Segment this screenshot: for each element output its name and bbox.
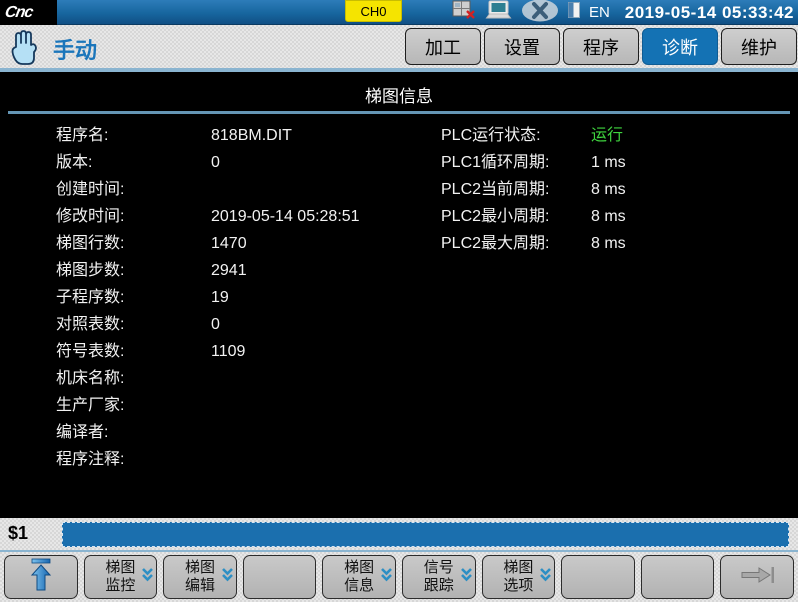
softkey-empty[interactable] xyxy=(243,555,317,599)
softkey-empty[interactable] xyxy=(561,555,635,599)
softkey-next-page[interactable] xyxy=(720,555,794,599)
page-title: 梯图信息 xyxy=(4,82,794,107)
command-row: $1 xyxy=(0,518,798,552)
info-row: 子程序数:19 xyxy=(56,284,360,311)
machine-panel-offline-icon xyxy=(452,0,476,25)
info-row: 创建时间: xyxy=(56,176,360,203)
info-row: PLC1循环周期:1 ms xyxy=(441,149,626,176)
tab-diagnosis[interactable]: 诊断 xyxy=(642,28,718,65)
chevron-down-icon xyxy=(460,567,473,587)
plc-status-column: PLC运行状态:运行 PLC1循环周期:1 ms PLC2当前周期:8 ms P… xyxy=(441,122,626,257)
info-row: 梯图行数:1470 xyxy=(56,230,360,257)
main-tabs: 加工 设置 程序 诊断 维护 xyxy=(405,28,797,65)
brand-logo: Cnc xyxy=(0,0,57,25)
softkey-ladder-edit[interactable]: 梯图 编辑 xyxy=(163,555,237,599)
up-arrow-icon xyxy=(27,557,55,598)
info-row: 符号表数:1109 xyxy=(56,338,360,365)
ladder-info-panel: 梯图信息 程序名:818BM.DIT 版本:0 创建时间: 修改时间:2019-… xyxy=(4,72,794,518)
disconnect-icon xyxy=(521,0,559,27)
info-row: 梯图步数:2941 xyxy=(56,257,360,284)
language-indicator: EN xyxy=(589,4,610,21)
info-row: 机床名称: xyxy=(56,365,360,392)
softkey-bar: 梯图 监控 梯图 编辑 梯图 信息 xyxy=(0,552,798,602)
softkey-signal-trace[interactable]: 信号 跟踪 xyxy=(402,555,476,599)
cnc-logo: Cnc xyxy=(3,4,33,22)
cnc-screen: Cnc CH0 xyxy=(0,0,798,602)
info-row: PLC2最大周期:8 ms xyxy=(441,230,626,257)
top-status-bar: Cnc CH0 xyxy=(0,0,798,25)
datetime-display: 2019-05-14 05:33:42 xyxy=(625,0,794,25)
plc-run-status: 运行 xyxy=(591,122,623,149)
hand-icon xyxy=(7,27,41,72)
info-row: 修改时间:2019-05-14 05:28:51 xyxy=(56,203,360,230)
chevron-down-icon xyxy=(221,567,234,587)
info-row: PLC运行状态:运行 xyxy=(441,122,626,149)
info-row: 编译者: xyxy=(56,419,360,446)
softkey-empty[interactable] xyxy=(641,555,715,599)
info-row: PLC2最小周期:8 ms xyxy=(441,203,626,230)
command-prompt: $1 xyxy=(8,523,28,544)
chevron-down-icon xyxy=(141,567,154,587)
tab-maintenance[interactable]: 维护 xyxy=(721,28,797,65)
chevron-down-icon xyxy=(380,567,393,587)
command-input-bar[interactable] xyxy=(62,522,789,547)
ladder-info-left-column: 程序名:818BM.DIT 版本:0 创建时间: 修改时间:2019-05-14… xyxy=(56,122,360,473)
title-underline xyxy=(8,111,790,114)
next-page-arrow-icon xyxy=(739,564,775,591)
info-row: 生产厂家: xyxy=(56,392,360,419)
softkey-return[interactable] xyxy=(4,555,78,599)
tab-program[interactable]: 程序 xyxy=(563,28,639,65)
channel-badge: CH0 xyxy=(345,0,402,22)
chevron-down-icon xyxy=(539,567,552,587)
document-icon xyxy=(568,2,580,23)
channel-label: CH0 xyxy=(360,4,386,19)
mode-label: 手动 xyxy=(53,33,97,65)
computer-icon xyxy=(485,0,512,25)
softkey-ladder-options[interactable]: 梯图 选项 xyxy=(482,555,556,599)
mode-bar: 手动 加工 设置 程序 诊断 维护 xyxy=(0,25,798,68)
softkey-ladder-monitor[interactable]: 梯图 监控 xyxy=(84,555,158,599)
tab-machining[interactable]: 加工 xyxy=(405,28,481,65)
tab-settings[interactable]: 设置 xyxy=(484,28,560,65)
info-row: 程序名:818BM.DIT xyxy=(56,122,360,149)
info-row: 版本:0 xyxy=(56,149,360,176)
info-row: 对照表数:0 xyxy=(56,311,360,338)
info-row: 程序注释: xyxy=(56,446,360,473)
softkey-ladder-info[interactable]: 梯图 信息 xyxy=(322,555,396,599)
info-row: PLC2当前周期:8 ms xyxy=(441,176,626,203)
